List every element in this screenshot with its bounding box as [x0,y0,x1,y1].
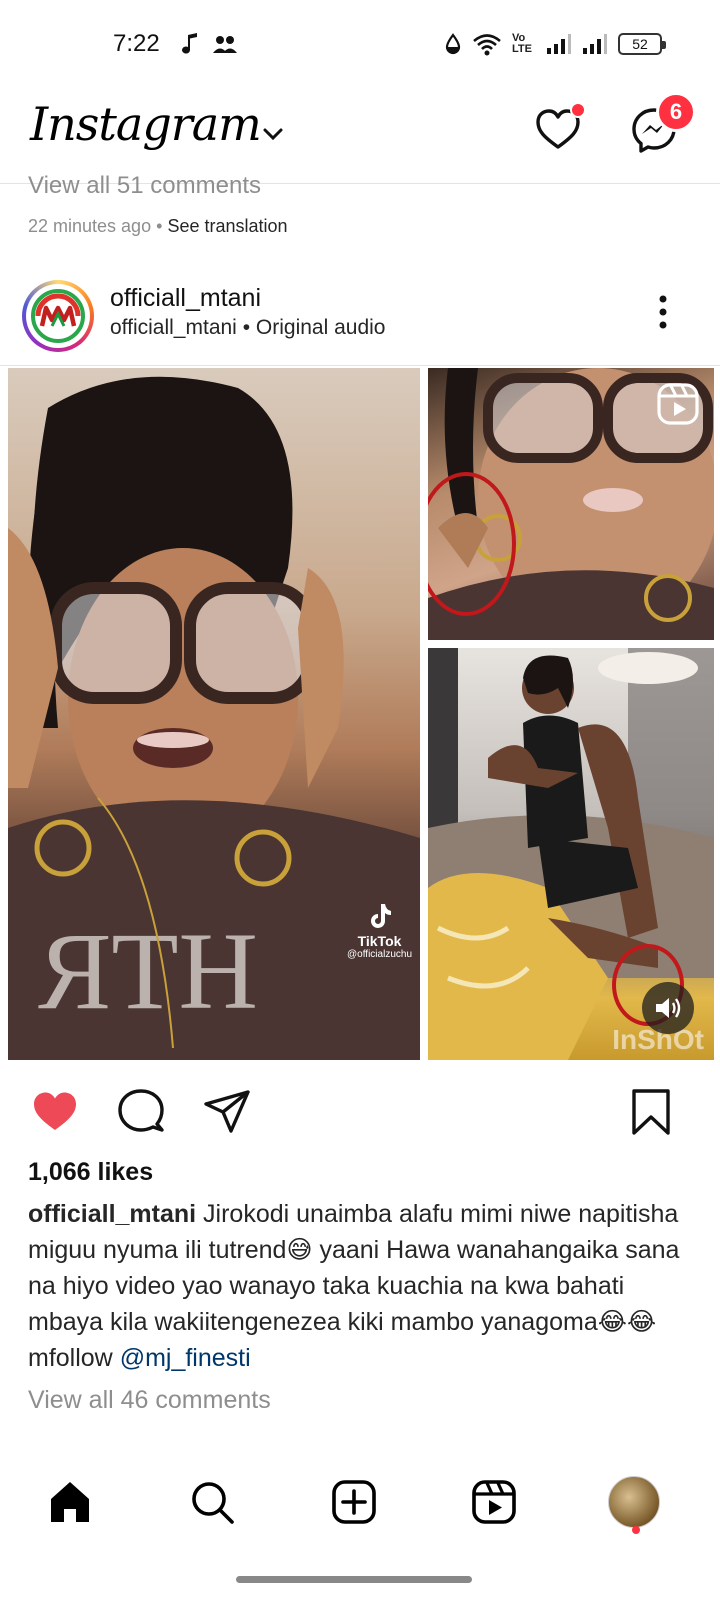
likes-count[interactable]: 1,066 likes [28,1158,153,1187]
music-note-icon [182,33,197,54]
previous-post-meta: 22 minutes ago • See translation [28,216,288,237]
bottom-navigation [0,1452,720,1600]
svg-text:ЯTH: ЯTH [38,910,258,1032]
chevron-down-icon[interactable] [262,126,284,142]
mw-logo-icon [31,289,85,343]
post-header: officiall_mtani officiall_mtani • Origin… [0,270,720,366]
reels-badge-icon [657,383,699,425]
like-heart-icon[interactable] [30,1088,80,1136]
app-header: Instagram 6 [0,92,720,184]
signal-icon-1 [547,34,571,54]
data-saver-icon [445,33,461,55]
media-image-main: ЯTH TikTok @officialzuchu [8,368,420,1060]
nav-create[interactable] [324,1472,384,1532]
volume-button[interactable] [642,982,694,1034]
see-translation-link[interactable]: See translation [167,216,287,236]
media-image-top-right [428,368,714,640]
audio-separator: • [242,316,251,339]
volte-label: Vo LTE [512,32,532,55]
speaker-icon [656,998,681,1018]
post-audio-line[interactable]: officiall_mtani • Original audio [110,316,385,340]
more-options-icon[interactable] [656,294,670,330]
tiktok-handle: @officialzuchu [347,949,412,960]
reels-icon [472,1480,516,1524]
wifi-icon [473,34,501,56]
tiktok-icon [370,904,391,928]
tiktok-watermark: TikTok @officialzuchu [347,902,412,960]
comment-icon[interactable] [116,1088,166,1136]
post-username[interactable]: officiall_mtani [110,284,261,313]
battery-indicator: 52 [618,33,666,55]
nav-home[interactable] [40,1472,100,1532]
profile-avatar [608,1476,660,1528]
avatar-inner [26,284,90,348]
caption-mention[interactable]: @mj_finesti [120,1344,251,1372]
meta-separator: • [156,216,163,236]
nav-reels[interactable] [464,1472,524,1532]
caption-username[interactable]: officiall_mtani [28,1200,196,1228]
nav-search[interactable] [182,1472,242,1532]
profile-notification-dot [632,1526,640,1534]
home-icon [51,1482,89,1522]
previous-view-comments-link[interactable]: View all 51 comments [28,172,261,200]
post-caption: officiall_mtani Jirokodi unaimba alafu m… [28,1196,692,1376]
create-icon [332,1480,376,1524]
signal-icon-2 [583,34,607,54]
post-actions [0,1084,720,1144]
audio-label: Original audio [255,316,386,339]
audio-username: officiall_mtani [110,316,237,339]
share-send-icon[interactable] [202,1088,252,1136]
status-right-icons: Vo LTE 52 [444,32,666,56]
tiktok-label: TikTok [357,933,402,949]
post-media[interactable]: ЯTH TikTok @officialzuchu InShOt [0,366,720,1064]
post-avatar[interactable] [22,280,94,352]
nav-profile[interactable] [604,1472,664,1532]
notification-dot [570,102,586,118]
search-icon [192,1482,234,1524]
messages-badge: 6 [656,92,696,132]
view-comments-link[interactable]: View all 46 comments [28,1386,271,1415]
status-time: 7:22 [113,30,160,57]
group-icon [213,36,237,53]
status-left-icons [180,32,238,56]
save-bookmark-icon[interactable] [630,1088,672,1136]
status-bar: 7:22 Vo LTE 52 [0,0,720,92]
home-indicator[interactable] [236,1576,472,1583]
instagram-logo[interactable]: Instagram [30,97,262,151]
previous-time-ago: 22 minutes ago [28,216,152,236]
media-image-bottom-right: InShOt [428,648,714,1060]
